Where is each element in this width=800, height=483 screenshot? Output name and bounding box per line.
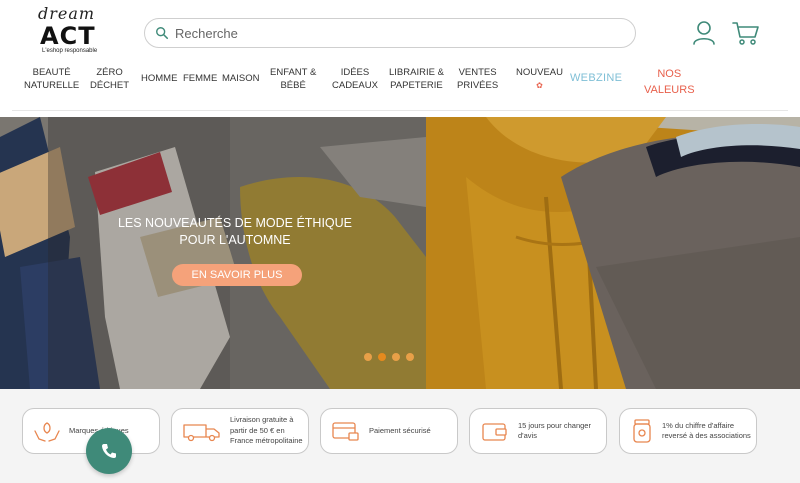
nav-label: CADEAUX [332,80,378,91]
feature-text: Livraison gratuite à partir de 50 € en F… [230,415,303,446]
card-lock-icon [332,422,359,441]
feature-text: 1% du chiffre d'affaire reversé à des as… [662,420,751,441]
nav-label: ZÉRO [96,67,123,78]
nav-item-nouveau[interactable]: NOUVEAU ✿ [516,66,563,92]
nav-label: HOMME [141,73,178,84]
logo[interactable]: dream ACT L'eshop responsable [34,4,110,56]
feature-secure-payment: Paiement sécurisé [320,408,458,454]
nav-label: ENFANT & [270,67,317,78]
hero-image-sweaters [426,117,800,389]
sweaters-illustration [426,117,800,389]
carousel-dot-active[interactable] [378,353,386,361]
logo-script: dream [38,4,96,23]
main-nav: BEAUTÉ NATURELLE ZÉRO DÉCHET HOMME FEMME… [0,62,800,108]
nav-label: IDÉES [340,67,370,78]
nav-item-beaute[interactable]: BEAUTÉ NATURELLE [24,66,79,92]
nav-label: LIBRAIRIE & [389,67,444,78]
feature-free-delivery: Livraison gratuite à partir de 50 € en F… [171,408,309,454]
nav-label: VENTES [458,67,497,78]
carousel-dot[interactable] [392,353,400,361]
call-button[interactable] [86,428,132,474]
feature-charity: 1% du chiffre d'affaire reversé à des as… [619,408,757,454]
account-button[interactable] [692,20,718,46]
nav-label: DÉCHET [90,80,130,91]
nav-item-ventes-privees[interactable]: VENTES PRIVÉES [457,66,498,92]
search-input[interactable] [175,25,615,41]
carousel-dot[interactable] [406,353,414,361]
nav-item-webzine[interactable]: WEBZINE [570,72,622,85]
truck-icon [183,424,220,442]
nav-label: NATURELLE [24,80,80,91]
hero-overlay [48,117,426,389]
header: dream ACT L'eshop responsable [0,0,800,60]
feature-text: Paiement sécurisé [369,425,431,435]
nav-item-enfant-bebe[interactable]: ENFANT & BÉBÉ [270,66,316,92]
header-divider [12,110,788,111]
carousel-dots [364,353,414,361]
carousel-dot[interactable] [364,353,372,361]
nav-item-homme[interactable]: HOMME [141,72,177,85]
nav-label: NOS [657,68,682,80]
hero-title: LES NOUVEAUTÉS DE MODE ÉTHIQUE POUR L'AU… [117,216,353,247]
nav-label: VALEURS [644,84,695,96]
jar-icon [633,419,651,443]
cart-button[interactable] [732,20,759,46]
logo-brand: ACT [40,22,96,50]
nav-item-femme[interactable]: FEMME [183,72,217,85]
nav-item-idees-cadeaux[interactable]: IDÉES CADEAUX [332,66,378,92]
hero-cta-button[interactable]: EN SAVOIR PLUS [172,264,302,286]
wallet-icon [482,423,507,441]
flower-icon: ✿ [536,81,543,90]
user-icon [693,21,715,45]
feature-returns: 15 jours pour changer d'avis [469,408,607,454]
cart-icon [732,22,759,45]
nav-label: FEMME [183,73,218,84]
nav-label: PRIVÉES [457,80,499,91]
search-bar[interactable] [144,18,636,48]
search-icon [156,27,169,40]
nav-label: MAISON [222,73,260,84]
nav-label: PAPETERIE [390,80,443,91]
nav-label: BÉBÉ [280,80,306,91]
logo-tagline: L'eshop responsable [42,48,98,54]
hands-leaf-icon [34,422,60,442]
phone-icon [102,444,116,458]
nav-item-zero-dechet[interactable]: ZÉRO DÉCHET [90,66,129,92]
nav-item-librairie[interactable]: LIBRAIRIE & PAPETERIE [389,66,444,92]
nav-item-valeurs[interactable]: NOS VALEURS [644,66,695,98]
nav-label: BEAUTÉ [32,67,71,78]
nav-label: NOUVEAU [516,67,563,78]
feature-text: 15 jours pour changer d'avis [518,420,591,441]
hero-carousel[interactable]: LES NOUVEAUTÉS DE MODE ÉTHIQUE POUR L'AU… [0,117,800,389]
nav-item-maison[interactable]: MAISON [222,72,259,85]
